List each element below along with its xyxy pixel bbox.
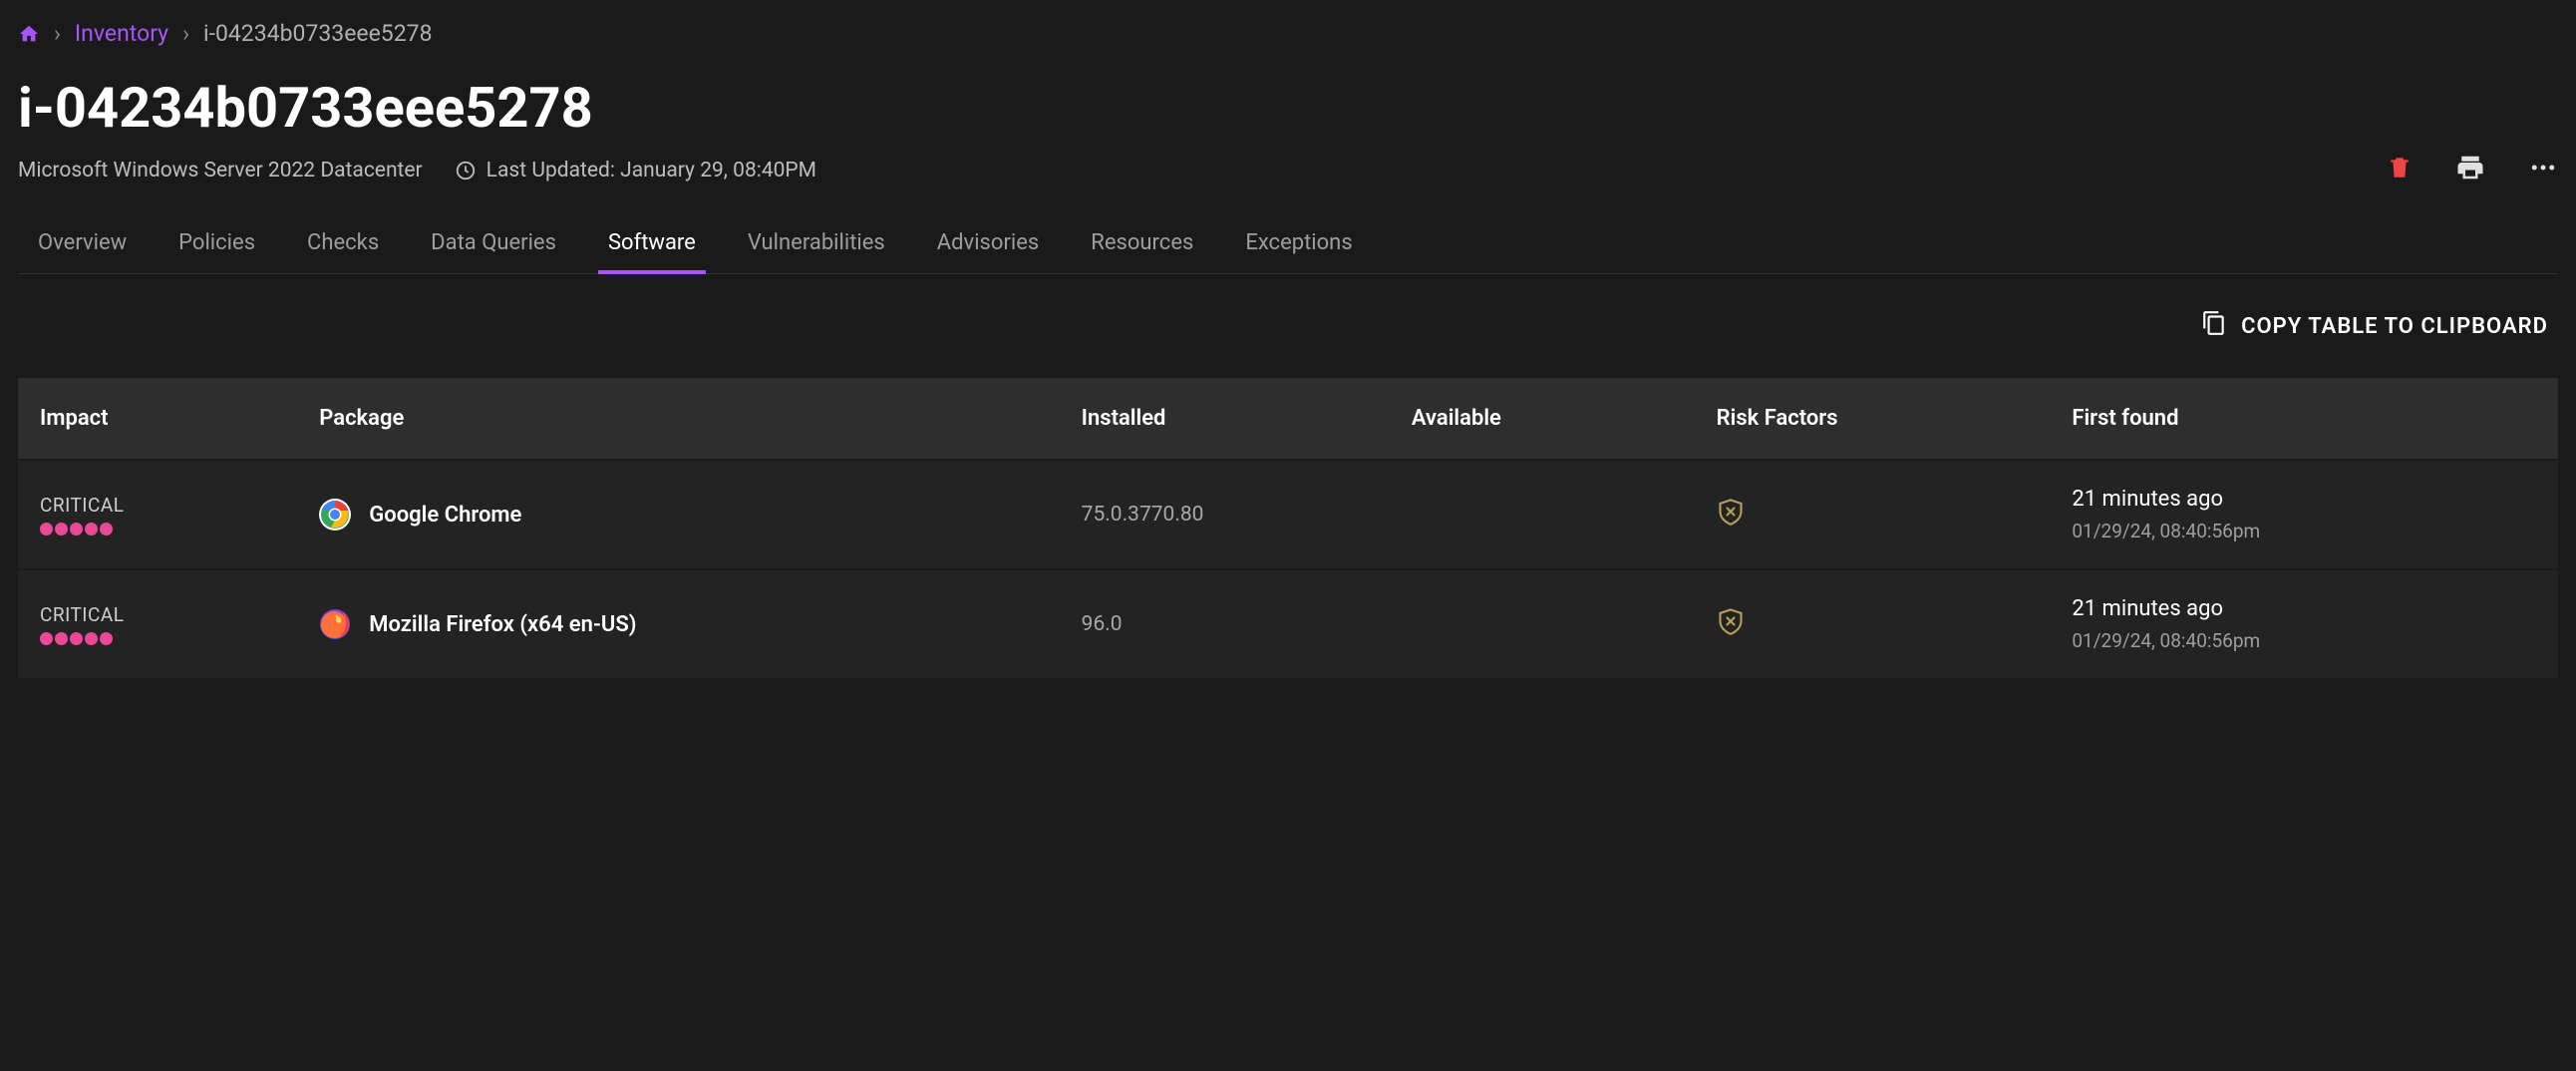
tab-advisories[interactable]: Advisories (937, 220, 1040, 273)
table-header-row: Impact Package Installed Available Risk … (18, 378, 2558, 460)
breadcrumb-inventory[interactable]: Inventory (75, 20, 168, 47)
tab-exceptions[interactable]: Exceptions (1245, 220, 1352, 273)
th-available[interactable]: Available (1390, 378, 1695, 460)
first-found-relative: 21 minutes ago (2072, 596, 2536, 621)
os-label: Microsoft Windows Server 2022 Datacenter (18, 159, 423, 182)
shield-x-icon (1717, 606, 1745, 636)
tab-policies[interactable]: Policies (178, 220, 255, 273)
firefox-icon (319, 608, 351, 640)
software-table: Impact Package Installed Available Risk … (18, 378, 2558, 678)
more-button[interactable] (2528, 153, 2558, 182)
first-found-relative: 21 minutes ago (2072, 487, 2536, 512)
impact-dots (40, 632, 275, 645)
impact-label: CRITICAL (40, 494, 275, 517)
tab-data-queries[interactable]: Data Queries (431, 220, 556, 273)
installed-version: 75.0.3770.80 (1060, 460, 1390, 569)
th-risk[interactable]: Risk Factors (1695, 378, 2051, 460)
impact-dots (40, 523, 275, 536)
package-name: Google Chrome (369, 503, 521, 528)
impact-label: CRITICAL (40, 603, 275, 626)
last-updated: Last Updated: January 29, 08:40PM (486, 159, 816, 182)
package-name: Mozilla Firefox (x64 en-US) (369, 612, 636, 637)
tabs: Overview Policies Checks Data Queries So… (18, 220, 2558, 274)
first-found-absolute: 01/29/24, 08:40:56pm (2072, 520, 2536, 542)
breadcrumb: › Inventory › i-04234b0733eee5278 (18, 20, 2558, 47)
th-impact[interactable]: Impact (18, 378, 297, 460)
page-title: i-04234b0733eee5278 (18, 75, 816, 141)
print-button[interactable] (2454, 153, 2486, 182)
tab-resources[interactable]: Resources (1091, 220, 1193, 273)
copy-table-label: COPY TABLE TO CLIPBOARD (2241, 314, 2548, 339)
available-version (1390, 569, 1695, 678)
table-row[interactable]: CRITICAL Google Chrome 75.0.3770.80 21 m… (18, 460, 2558, 569)
table-row[interactable]: CRITICAL Mozilla Firefox (x64 en-US) 96.… (18, 569, 2558, 678)
copy-icon (2201, 310, 2227, 342)
chrome-icon (319, 499, 351, 531)
home-icon[interactable] (18, 23, 40, 45)
copy-table-button[interactable]: COPY TABLE TO CLIPBOARD (2201, 310, 2548, 342)
th-found[interactable]: First found (2050, 378, 2558, 460)
breadcrumb-sep: › (54, 20, 61, 47)
installed-version: 96.0 (1060, 569, 1390, 678)
breadcrumb-sep: › (182, 20, 189, 47)
th-installed[interactable]: Installed (1060, 378, 1390, 460)
tab-vulnerabilities[interactable]: Vulnerabilities (748, 220, 885, 273)
th-package[interactable]: Package (297, 378, 1059, 460)
delete-button[interactable] (2387, 153, 2413, 182)
tab-software[interactable]: Software (608, 220, 696, 273)
clock-icon (455, 160, 477, 181)
shield-x-icon (1717, 497, 1745, 527)
breadcrumb-current: i-04234b0733eee5278 (203, 20, 433, 47)
available-version (1390, 460, 1695, 569)
first-found-absolute: 01/29/24, 08:40:56pm (2072, 629, 2536, 652)
tab-checks[interactable]: Checks (307, 220, 379, 273)
tab-overview[interactable]: Overview (38, 220, 127, 273)
